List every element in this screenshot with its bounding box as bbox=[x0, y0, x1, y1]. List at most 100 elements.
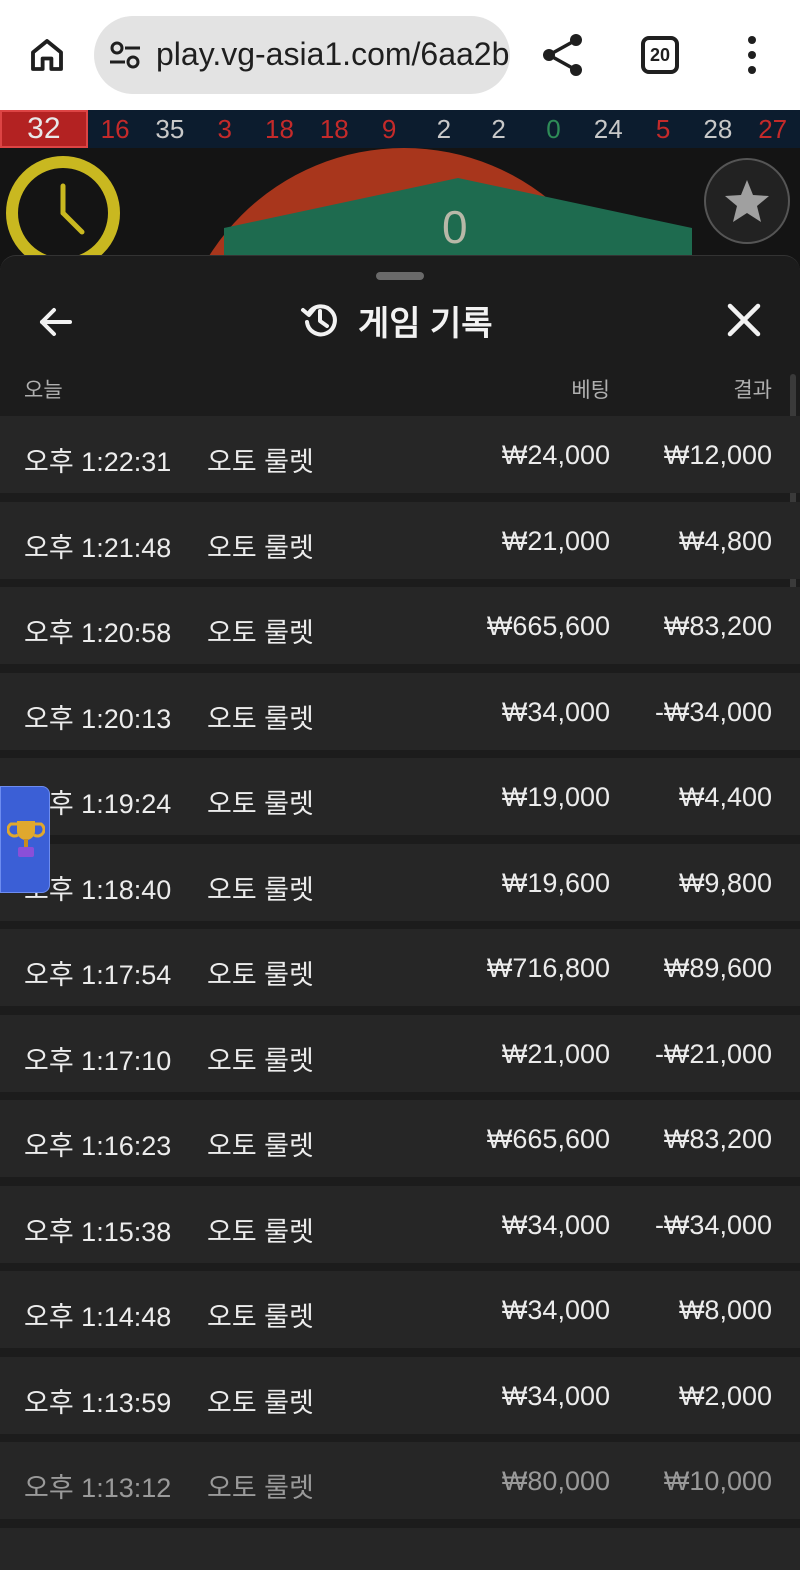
history-row[interactable]: 오후 1:13:12 오토 룰렛 ₩80,000 ₩10,000 bbox=[0, 1442, 800, 1519]
row-time: 오후 1:17:54 bbox=[24, 960, 172, 990]
trophy-icon bbox=[7, 821, 45, 857]
result-number: 0 bbox=[546, 113, 561, 144]
history-row[interactable]: 오후 1:15:38 오토 룰렛 ₩34,000 -₩34,000 bbox=[0, 1185, 800, 1263]
row-result: ₩83,200 bbox=[663, 611, 772, 641]
history-row[interactable]: 오후 1:21:48 오토 룰렛 ₩21,000 ₩4,800 bbox=[0, 501, 800, 579]
result-number: 2 bbox=[491, 113, 506, 144]
history-row[interactable]: 오후 1:14:48 오토 룰렛 ₩34,000 ₩8,000 bbox=[0, 1271, 800, 1348]
history-row[interactable]: 오후 1:20:13 오토 룰렛 ₩34,000 -₩34,000 bbox=[0, 672, 800, 750]
result-number: 24 bbox=[593, 113, 623, 144]
row-time: 오후 1:17:10 bbox=[24, 1045, 172, 1076]
row-result: ₩9,800 bbox=[678, 867, 772, 898]
clock-icon bbox=[60, 183, 85, 235]
row-bet: ₩19,000 bbox=[501, 782, 610, 812]
row-result: ₩8,000 bbox=[678, 1295, 772, 1325]
row-bet: ₩80,000 bbox=[501, 1466, 610, 1496]
history-list: 오후 1:22:31 오토 룰렛 ₩24,000 ₩12,000 오후 1:21… bbox=[0, 416, 800, 1570]
site-settings-icon[interactable] bbox=[108, 40, 142, 70]
row-game: 오토 룰렛 bbox=[207, 1387, 314, 1418]
home-icon[interactable] bbox=[26, 34, 68, 76]
history-row[interactable]: 오후 1:18:40 오토 룰렛 ₩19,600 ₩9,800 bbox=[0, 843, 800, 921]
row-game: 오토 룰렛 bbox=[207, 532, 314, 563]
row-result: ₩2,000 bbox=[678, 1380, 772, 1411]
row-bet: ₩716,800 bbox=[486, 953, 610, 983]
result-number: 35 bbox=[155, 113, 185, 144]
row-game: 오토 룰렛 bbox=[207, 1302, 314, 1332]
row-time: 오후 1:20:13 bbox=[24, 703, 172, 734]
row-result: ₩89,600 bbox=[663, 953, 772, 983]
zero-label: 0 bbox=[442, 201, 468, 253]
row-game: 오토 룰렛 bbox=[207, 1131, 314, 1161]
row-time: 오후 1:14:48 bbox=[24, 1302, 172, 1332]
result-number: 16 bbox=[100, 113, 130, 144]
result-number: 2 bbox=[436, 113, 452, 144]
tab-switcher-button[interactable]: 20 bbox=[641, 36, 679, 74]
row-time: 오후 1:13:59 bbox=[24, 1387, 172, 1418]
result-number: 28 bbox=[703, 113, 733, 144]
row-game: 오토 룰렛 bbox=[207, 789, 314, 819]
leaderboard-tab[interactable] bbox=[0, 786, 50, 893]
history-row[interactable]: 오후 1:19:24 오토 룰렛 ₩19,000 ₩4,400 bbox=[0, 758, 800, 835]
share-icon[interactable] bbox=[540, 32, 586, 78]
url-text: play.vg-asia1.com/6aa2b bbox=[156, 36, 510, 72]
column-header-date: 오늘 bbox=[24, 379, 63, 402]
result-number: 5 bbox=[655, 113, 671, 144]
row-time: 오후 1:13:12 bbox=[24, 1473, 172, 1503]
row-result: ₩12,000 bbox=[663, 440, 772, 470]
favorite-button[interactable] bbox=[704, 158, 790, 244]
row-bet: ₩34,000 bbox=[501, 696, 610, 727]
result-number: 9 bbox=[381, 113, 397, 144]
row-time: 오후 1:20:58 bbox=[24, 618, 172, 648]
column-header-result: 결과 bbox=[733, 379, 772, 402]
result-number: 18 bbox=[265, 113, 294, 144]
result-number: 27 bbox=[758, 113, 788, 144]
history-row[interactable]: 오후 1:20:58 오토 룰렛 ₩665,600 ₩83,200 bbox=[0, 587, 800, 664]
row-result: ₩10,000 bbox=[663, 1466, 772, 1496]
row-game: 오토 룰렛 bbox=[207, 874, 314, 905]
history-row[interactable]: 오후 1:17:10 오토 룰렛 ₩21,000 -₩21,000 bbox=[0, 1014, 800, 1092]
history-row[interactable]: 오후 1:17:54 오토 룰렛 ₩716,800 ₩89,600 bbox=[0, 929, 800, 1006]
history-row-partial bbox=[0, 1527, 800, 1570]
row-result: -₩34,000 bbox=[654, 1209, 772, 1240]
row-game: 오토 룰렛 bbox=[207, 1216, 314, 1247]
history-row[interactable]: 오후 1:16:23 오토 룰렛 ₩665,600 ₩83,200 bbox=[0, 1100, 800, 1177]
timer-ring bbox=[6, 156, 120, 268]
row-result: ₩4,800 bbox=[678, 525, 772, 556]
more-menu-icon[interactable] bbox=[738, 34, 766, 76]
result-number: 3 bbox=[217, 113, 232, 144]
panel-header: 게임 기록 bbox=[300, 298, 493, 343]
back-arrow-icon[interactable] bbox=[36, 302, 76, 342]
row-bet: ₩665,600 bbox=[486, 1124, 610, 1154]
row-time: 오후 1:21:48 bbox=[24, 532, 172, 563]
game-history-panel: 게임 기록 오늘 베팅 결과 오후 1:22:31 오토 룰렛 ₩24,000 … bbox=[0, 255, 800, 1570]
row-bet: ₩34,000 bbox=[501, 1380, 610, 1411]
history-row[interactable]: 오후 1:13:59 오토 룰렛 ₩34,000 ₩2,000 bbox=[0, 1356, 800, 1434]
history-row[interactable]: 오후 1:22:31 오토 룰렛 ₩24,000 ₩12,000 bbox=[0, 416, 800, 493]
row-game: 오토 룰렛 bbox=[207, 447, 314, 477]
row-bet: ₩34,000 bbox=[501, 1295, 610, 1325]
row-game: 오토 룰렛 bbox=[207, 703, 314, 734]
browser-toolbar: play.vg-asia1.com/6aa2b 20 bbox=[0, 0, 800, 110]
address-bar[interactable]: play.vg-asia1.com/6aa2b bbox=[94, 16, 510, 94]
row-bet: ₩21,000 bbox=[501, 1038, 610, 1069]
drag-handle[interactable] bbox=[376, 272, 424, 280]
row-game: 오토 룰렛 bbox=[207, 618, 314, 648]
row-game: 오토 룰렛 bbox=[207, 960, 314, 990]
column-headers: 오늘 베팅 결과 bbox=[0, 374, 800, 404]
game-view: 0 bbox=[0, 148, 800, 268]
row-bet: ₩24,000 bbox=[501, 440, 610, 470]
result-number: 18 bbox=[319, 113, 349, 144]
row-time: 오후 1:22:31 bbox=[24, 447, 172, 477]
row-result: -₩21,000 bbox=[654, 1038, 772, 1069]
row-bet: ₩34,000 bbox=[501, 1209, 610, 1240]
row-result: -₩34,000 bbox=[654, 696, 772, 727]
close-icon[interactable] bbox=[724, 300, 764, 340]
row-result: ₩83,200 bbox=[663, 1124, 772, 1154]
recent-results-strip: 32 16 35 3 18 18 9 2 2 0 24 5 28 27 bbox=[0, 110, 800, 148]
row-game: 오토 룰렛 bbox=[207, 1473, 314, 1503]
column-header-bet: 베팅 bbox=[571, 379, 610, 402]
row-bet: ₩21,000 bbox=[501, 525, 610, 556]
tab-count: 20 bbox=[649, 44, 671, 65]
row-result: ₩4,400 bbox=[678, 782, 772, 812]
latest-result: 32 bbox=[0, 110, 88, 148]
